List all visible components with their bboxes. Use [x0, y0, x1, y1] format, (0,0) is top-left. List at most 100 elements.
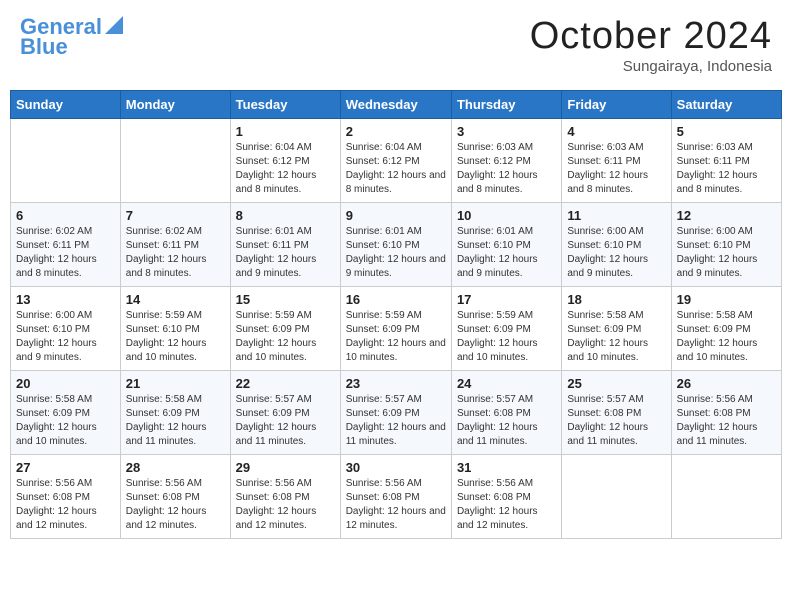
day-number: 15 — [236, 292, 335, 307]
calendar-cell: 20 Sunrise: 5:58 AM Sunset: 6:09 PM Dayli… — [11, 371, 121, 455]
day-number: 8 — [236, 208, 335, 223]
calendar-cell: 11Sunrise: 6:00 AM Sunset: 6:10 PM Dayli… — [562, 203, 671, 287]
day-number: 18 — [567, 292, 665, 307]
day-info: Sunrise: 5:56 AM Sunset: 6:08 PM Dayligh… — [457, 477, 556, 533]
logo-arrow-icon — [105, 16, 123, 34]
day-info: Sunrise: 5:59 AM Sunset: 6:09 PM Dayligh… — [346, 309, 446, 365]
day-info: Sunrise: 6:02 AM Sunset: 6:11 PM Dayligh… — [126, 225, 225, 281]
day-number: 31 — [457, 460, 556, 475]
calendar-cell: 10 Sunrise: 6:01 AM Sunset: 6:10 PM Dayli… — [451, 203, 561, 287]
day-number: 20 — [16, 376, 115, 391]
day-info: Sunrise: 6:03 AM Sunset: 6:12 PM Dayligh… — [457, 141, 556, 197]
day-info: Sunrise: 5:58 AM Sunset: 6:09 PM Dayligh… — [677, 309, 776, 365]
day-number: 7 — [126, 208, 225, 223]
day-info: Sunrise: 6:02 AM Sunset: 6:11 PM Dayligh… — [16, 225, 115, 281]
day-info: Sunrise: 5:57 AM Sunset: 6:09 PM Dayligh… — [236, 393, 335, 449]
calendar-cell: 19 Sunrise: 5:58 AM Sunset: 6:09 PM Dayli… — [671, 287, 781, 371]
day-number: 13 — [16, 292, 115, 307]
weekday-header-tuesday: Tuesday — [230, 91, 340, 119]
page-header: General Blue October 2024 Sungairaya, In… — [10, 10, 782, 80]
day-number: 2 — [346, 124, 446, 139]
weekday-header-thursday: Thursday — [451, 91, 561, 119]
calendar-cell: 23 Sunrise: 5:57 AM Sunset: 6:09 PM Dayli… — [340, 371, 451, 455]
calendar-cell — [562, 455, 671, 539]
day-info: Sunrise: 5:59 AM Sunset: 6:10 PM Dayligh… — [126, 309, 225, 365]
calendar-cell: 21Sunrise: 5:58 AM Sunset: 6:09 PM Dayli… — [120, 371, 230, 455]
day-number: 1 — [236, 124, 335, 139]
calendar-cell: 30Sunrise: 5:56 AM Sunset: 6:08 PM Dayli… — [340, 455, 451, 539]
day-info: Sunrise: 5:57 AM Sunset: 6:08 PM Dayligh… — [457, 393, 556, 449]
day-number: 6 — [16, 208, 115, 223]
calendar-cell: 17 Sunrise: 5:59 AM Sunset: 6:09 PM Dayli… — [451, 287, 561, 371]
logo-text-blue: Blue — [20, 35, 68, 59]
calendar-cell — [120, 119, 230, 203]
day-number: 19 — [677, 292, 776, 307]
weekday-header-friday: Friday — [562, 91, 671, 119]
day-number: 22 — [236, 376, 335, 391]
calendar-week-5: 27 Sunrise: 5:56 AM Sunset: 6:08 PM Dayli… — [11, 455, 782, 539]
title-block: October 2024 Sungairaya, Indonesia — [530, 15, 772, 75]
day-info: Sunrise: 5:56 AM Sunset: 6:08 PM Dayligh… — [236, 477, 335, 533]
day-number: 12 — [677, 208, 776, 223]
calendar-cell: 27 Sunrise: 5:56 AM Sunset: 6:08 PM Dayli… — [11, 455, 121, 539]
day-number: 30 — [346, 460, 446, 475]
day-info: Sunrise: 5:58 AM Sunset: 6:09 PM Dayligh… — [126, 393, 225, 449]
calendar-cell: 31 Sunrise: 5:56 AM Sunset: 6:08 PM Dayli… — [451, 455, 561, 539]
day-info: Sunrise: 5:59 AM Sunset: 6:09 PM Dayligh… — [236, 309, 335, 365]
calendar-cell: 6 Sunrise: 6:02 AM Sunset: 6:11 PM Daylig… — [11, 203, 121, 287]
day-number: 5 — [677, 124, 776, 139]
calendar-cell: 24Sunrise: 5:57 AM Sunset: 6:08 PM Dayli… — [451, 371, 561, 455]
day-number: 14 — [126, 292, 225, 307]
day-info: Sunrise: 5:56 AM Sunset: 6:08 PM Dayligh… — [16, 477, 115, 533]
calendar-cell: 26Sunrise: 5:56 AM Sunset: 6:08 PM Dayli… — [671, 371, 781, 455]
day-info: Sunrise: 6:00 AM Sunset: 6:10 PM Dayligh… — [16, 309, 115, 365]
day-number: 23 — [346, 376, 446, 391]
weekday-header-wednesday: Wednesday — [340, 91, 451, 119]
calendar-cell: 3Sunrise: 6:03 AM Sunset: 6:12 PM Daylig… — [451, 119, 561, 203]
calendar-cell: 15 Sunrise: 5:59 AM Sunset: 6:09 PM Dayli… — [230, 287, 340, 371]
day-info: Sunrise: 6:00 AM Sunset: 6:10 PM Dayligh… — [677, 225, 776, 281]
day-number: 29 — [236, 460, 335, 475]
day-info: Sunrise: 5:59 AM Sunset: 6:09 PM Dayligh… — [457, 309, 556, 365]
calendar-cell — [671, 455, 781, 539]
calendar-week-1: 1 Sunrise: 6:04 AM Sunset: 6:12 PM Daylig… — [11, 119, 782, 203]
day-number: 28 — [126, 460, 225, 475]
calendar-cell: 12 Sunrise: 6:00 AM Sunset: 6:10 PM Dayli… — [671, 203, 781, 287]
day-number: 25 — [567, 376, 665, 391]
day-info: Sunrise: 6:04 AM Sunset: 6:12 PM Dayligh… — [346, 141, 446, 197]
day-info: Sunrise: 6:04 AM Sunset: 6:12 PM Dayligh… — [236, 141, 335, 197]
calendar-cell: 29 Sunrise: 5:56 AM Sunset: 6:08 PM Dayli… — [230, 455, 340, 539]
weekday-header-sunday: Sunday — [11, 91, 121, 119]
calendar-cell: 7 Sunrise: 6:02 AM Sunset: 6:11 PM Daylig… — [120, 203, 230, 287]
day-number: 27 — [16, 460, 115, 475]
logo: General Blue — [20, 15, 123, 59]
calendar-week-3: 13 Sunrise: 6:00 AM Sunset: 6:10 PM Dayli… — [11, 287, 782, 371]
day-number: 10 — [457, 208, 556, 223]
day-number: 11 — [567, 208, 665, 223]
day-info: Sunrise: 5:58 AM Sunset: 6:09 PM Dayligh… — [16, 393, 115, 449]
calendar-cell: 8 Sunrise: 6:01 AM Sunset: 6:11 PM Daylig… — [230, 203, 340, 287]
calendar-week-2: 6 Sunrise: 6:02 AM Sunset: 6:11 PM Daylig… — [11, 203, 782, 287]
calendar-cell: 18 Sunrise: 5:58 AM Sunset: 6:09 PM Dayli… — [562, 287, 671, 371]
day-number: 4 — [567, 124, 665, 139]
day-info: Sunrise: 5:57 AM Sunset: 6:09 PM Dayligh… — [346, 393, 446, 449]
calendar-cell: 2 Sunrise: 6:04 AM Sunset: 6:12 PM Daylig… — [340, 119, 451, 203]
weekday-header-saturday: Saturday — [671, 91, 781, 119]
day-info: Sunrise: 5:56 AM Sunset: 6:08 PM Dayligh… — [677, 393, 776, 449]
day-info: Sunrise: 6:01 AM Sunset: 6:11 PM Dayligh… — [236, 225, 335, 281]
calendar-cell: 1 Sunrise: 6:04 AM Sunset: 6:12 PM Daylig… — [230, 119, 340, 203]
day-info: Sunrise: 5:58 AM Sunset: 6:09 PM Dayligh… — [567, 309, 665, 365]
month-title: October 2024 — [530, 15, 772, 58]
day-info: Sunrise: 6:03 AM Sunset: 6:11 PM Dayligh… — [567, 141, 665, 197]
calendar-cell: 5Sunrise: 6:03 AM Sunset: 6:11 PM Daylig… — [671, 119, 781, 203]
calendar-cell: 28Sunrise: 5:56 AM Sunset: 6:08 PM Dayli… — [120, 455, 230, 539]
day-info: Sunrise: 6:01 AM Sunset: 6:10 PM Dayligh… — [346, 225, 446, 281]
day-number: 9 — [346, 208, 446, 223]
day-number: 16 — [346, 292, 446, 307]
day-info: Sunrise: 6:01 AM Sunset: 6:10 PM Dayligh… — [457, 225, 556, 281]
calendar-cell: 25Sunrise: 5:57 AM Sunset: 6:08 PM Dayli… — [562, 371, 671, 455]
calendar-cell: 4 Sunrise: 6:03 AM Sunset: 6:11 PM Daylig… — [562, 119, 671, 203]
calendar-week-4: 20 Sunrise: 5:58 AM Sunset: 6:09 PM Dayli… — [11, 371, 782, 455]
calendar-cell: 14 Sunrise: 5:59 AM Sunset: 6:10 PM Dayli… — [120, 287, 230, 371]
day-number: 17 — [457, 292, 556, 307]
